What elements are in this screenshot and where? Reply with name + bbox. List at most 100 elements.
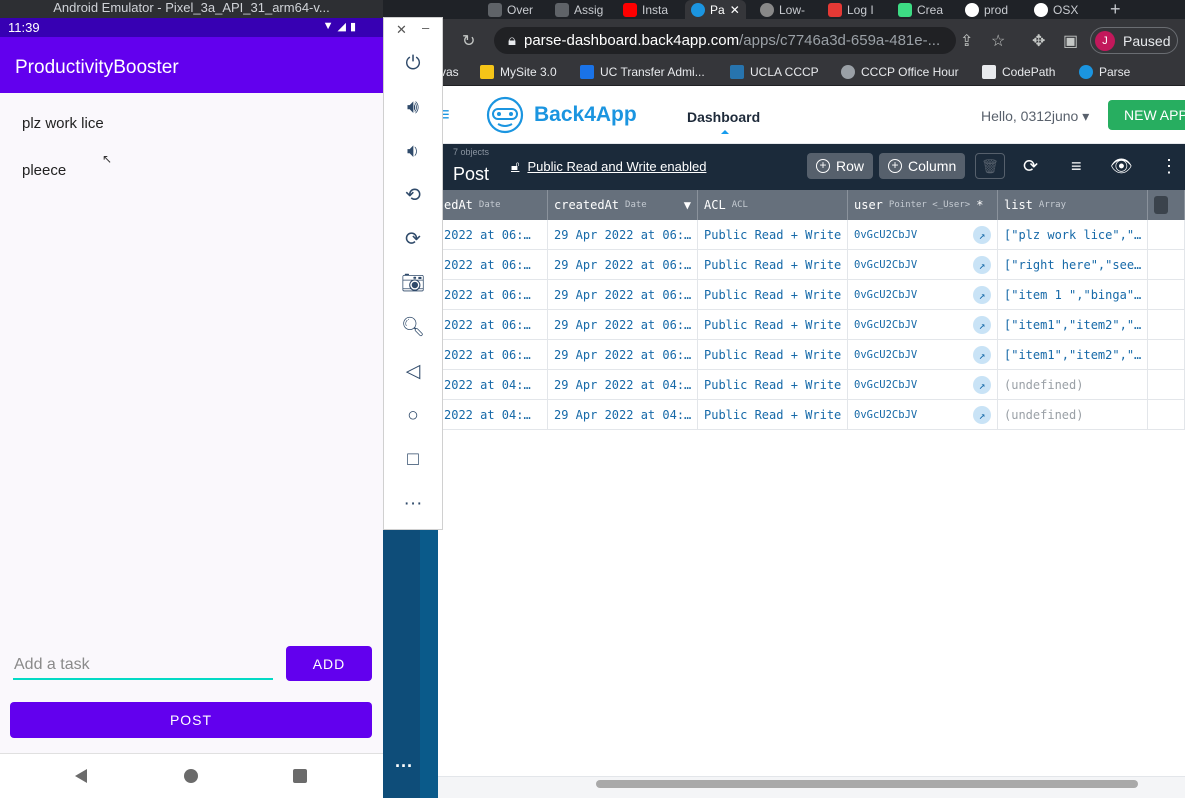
nav-dashboard[interactable]: Dashboard: [687, 109, 760, 125]
cell-updatedAt[interactable]: 2022 at 06:…: [438, 220, 548, 250]
browser-tab[interactable]: Over: [488, 0, 533, 19]
trash-icon[interactable]: 🗑︎: [975, 153, 1005, 179]
cell-acl[interactable]: Public Read + Write: [698, 280, 848, 310]
horizontal-scrollbar[interactable]: [596, 780, 1138, 788]
cell-acl[interactable]: Public Read + Write: [698, 310, 848, 340]
pointer-link-icon[interactable]: ↗: [973, 256, 991, 274]
minimize-icon[interactable]: –: [422, 20, 429, 35]
reload-icon[interactable]: ↻: [462, 31, 475, 51]
column-header-updatedAt[interactable]: edAt Date: [438, 190, 548, 220]
bookmark-item[interactable]: UCLA CCCP: [730, 65, 819, 79]
rotate-left-icon[interactable]: ⟲: [401, 184, 425, 208]
cell-createdAt[interactable]: 29 Apr 2022 at 06:…: [548, 250, 698, 280]
pointer-link-icon[interactable]: ↗: [973, 316, 991, 334]
more-icon[interactable]: ···: [401, 492, 425, 516]
bookmark-item[interactable]: MySite 3.0: [480, 65, 557, 79]
volume-down-icon[interactable]: 🔉︎: [401, 140, 425, 164]
acl-link[interactable]: 🔓︎ Public Read and Write enabled: [511, 158, 706, 174]
browser-tab[interactable]: Log I: [828, 0, 874, 19]
more-icon[interactable]: ···: [395, 756, 413, 777]
back4app-logo[interactable]: Back4App: [484, 96, 637, 134]
pointer-link-icon[interactable]: ↗: [973, 376, 991, 394]
cell-acl[interactable]: Public Read + Write: [698, 250, 848, 280]
cell-acl[interactable]: Public Read + Write: [698, 400, 848, 430]
add-column-handle[interactable]: [1154, 196, 1168, 214]
side-panel-icon[interactable]: ▣: [1063, 31, 1078, 51]
pointer-link-icon[interactable]: ↗: [973, 226, 991, 244]
extensions-icon[interactable]: ✥: [1032, 31, 1045, 51]
cell-list[interactable]: ["item1","item2","…: [998, 340, 1148, 370]
cell-updatedAt[interactable]: 2022 at 04:…: [438, 370, 548, 400]
close-tab-icon[interactable]: ✕: [730, 3, 740, 17]
home-icon[interactable]: [183, 768, 199, 784]
bookmark-star-icon[interactable]: ☆: [991, 31, 1005, 51]
bookmark-item[interactable]: CodePath: [982, 65, 1055, 79]
cell-list[interactable]: (undefined): [998, 370, 1148, 400]
cell-user[interactable]: 0vGcU2CbJV ↗: [848, 280, 998, 310]
task-input[interactable]: [13, 652, 273, 680]
refresh-icon[interactable]: ⟳: [1023, 156, 1038, 177]
profile-button[interactable]: J Paused: [1090, 27, 1178, 54]
cell-updatedAt[interactable]: 2022 at 06:…: [438, 310, 548, 340]
zoom-icon[interactable]: 🔍︎: [401, 316, 425, 340]
column-header-acl[interactable]: ACL ACL: [698, 190, 848, 220]
cell-updatedAt[interactable]: 2022 at 06:…: [438, 280, 548, 310]
cell-list[interactable]: (undefined): [998, 400, 1148, 430]
cell-createdAt[interactable]: 29 Apr 2022 at 04:…: [548, 400, 698, 430]
browser-tab[interactable]: Crea: [898, 0, 943, 19]
pointer-link-icon[interactable]: ↗: [973, 286, 991, 304]
pointer-link-icon[interactable]: ↗: [973, 406, 991, 424]
bookmark-item[interactable]: UC Transfer Admi...: [580, 65, 705, 79]
cell-createdAt[interactable]: 29 Apr 2022 at 06:…: [548, 280, 698, 310]
cell-user[interactable]: 0vGcU2CbJV ↗: [848, 310, 998, 340]
cell-user[interactable]: 0vGcU2CbJV ↗: [848, 400, 998, 430]
cell-acl[interactable]: Public Read + Write: [698, 370, 848, 400]
add-button[interactable]: ADD: [286, 646, 372, 681]
back-icon[interactable]: ◁: [401, 360, 425, 384]
camera-icon[interactable]: 📷︎: [401, 272, 425, 296]
overview-icon[interactable]: [292, 768, 308, 784]
share-icon[interactable]: ⇪: [960, 31, 973, 51]
pointer-link-icon[interactable]: ↗: [973, 346, 991, 364]
new-tab-icon[interactable]: +: [1110, 0, 1121, 19]
cell-updatedAt[interactable]: 2022 at 06:…: [438, 250, 548, 280]
bookmark-item[interactable]: Parse: [1079, 65, 1130, 79]
cell-list[interactable]: ["item1","item2","…: [998, 310, 1148, 340]
overview-icon[interactable]: □: [401, 448, 425, 472]
list-item[interactable]: plz work lice: [22, 115, 104, 132]
user-menu[interactable]: Hello, 0312juno ▾: [981, 108, 1089, 125]
browser-tab[interactable]: Assig: [555, 0, 603, 19]
rotate-right-icon[interactable]: ⟳: [401, 228, 425, 252]
cell-list[interactable]: ["right here","see…: [998, 250, 1148, 280]
browser-tab-active[interactable]: Pa ✕: [685, 0, 746, 19]
home-icon[interactable]: ○: [401, 404, 425, 428]
cell-updatedAt[interactable]: 2022 at 04:…: [438, 400, 548, 430]
column-header-user[interactable]: user Pointer <_User> *: [848, 190, 998, 220]
eye-icon[interactable]: 👁︎: [1110, 156, 1133, 177]
add-row-button[interactable]: + Row: [807, 153, 874, 179]
new-app-button[interactable]: NEW APP: [1108, 100, 1185, 130]
browser-tab[interactable]: prod: [965, 0, 1008, 19]
list-item[interactable]: pleece: [22, 162, 66, 179]
add-column-button[interactable]: + Column: [879, 153, 966, 179]
browser-tab[interactable]: Insta: [623, 0, 668, 19]
cell-user[interactable]: 0vGcU2CbJV ↗: [848, 370, 998, 400]
more-vertical-icon[interactable]: ⋮: [1160, 156, 1178, 177]
cell-createdAt[interactable]: 29 Apr 2022 at 04:…: [548, 370, 698, 400]
volume-up-icon[interactable]: 🔊︎: [401, 96, 425, 120]
cell-user[interactable]: 0vGcU2CbJV ↗: [848, 340, 998, 370]
column-header-createdAt[interactable]: createdAt Date ▼: [548, 190, 698, 220]
browser-tab[interactable]: Low-: [760, 0, 805, 19]
cell-updatedAt[interactable]: 2022 at 06:…: [438, 340, 548, 370]
column-header-list[interactable]: list Array: [998, 190, 1148, 220]
cell-list[interactable]: ["plz work lice","…: [998, 220, 1148, 250]
cell-list[interactable]: ["item 1 ","binga"…: [998, 280, 1148, 310]
power-icon[interactable]: ⏻: [401, 52, 425, 76]
close-icon[interactable]: ✕: [396, 22, 407, 38]
post-button[interactable]: POST: [10, 702, 372, 738]
sort-desc-icon[interactable]: ▼: [684, 198, 691, 212]
back-icon[interactable]: [73, 768, 89, 784]
cell-user[interactable]: 0vGcU2CbJV ↗: [848, 220, 998, 250]
cell-user[interactable]: 0vGcU2CbJV ↗: [848, 250, 998, 280]
cell-createdAt[interactable]: 29 Apr 2022 at 06:…: [548, 310, 698, 340]
